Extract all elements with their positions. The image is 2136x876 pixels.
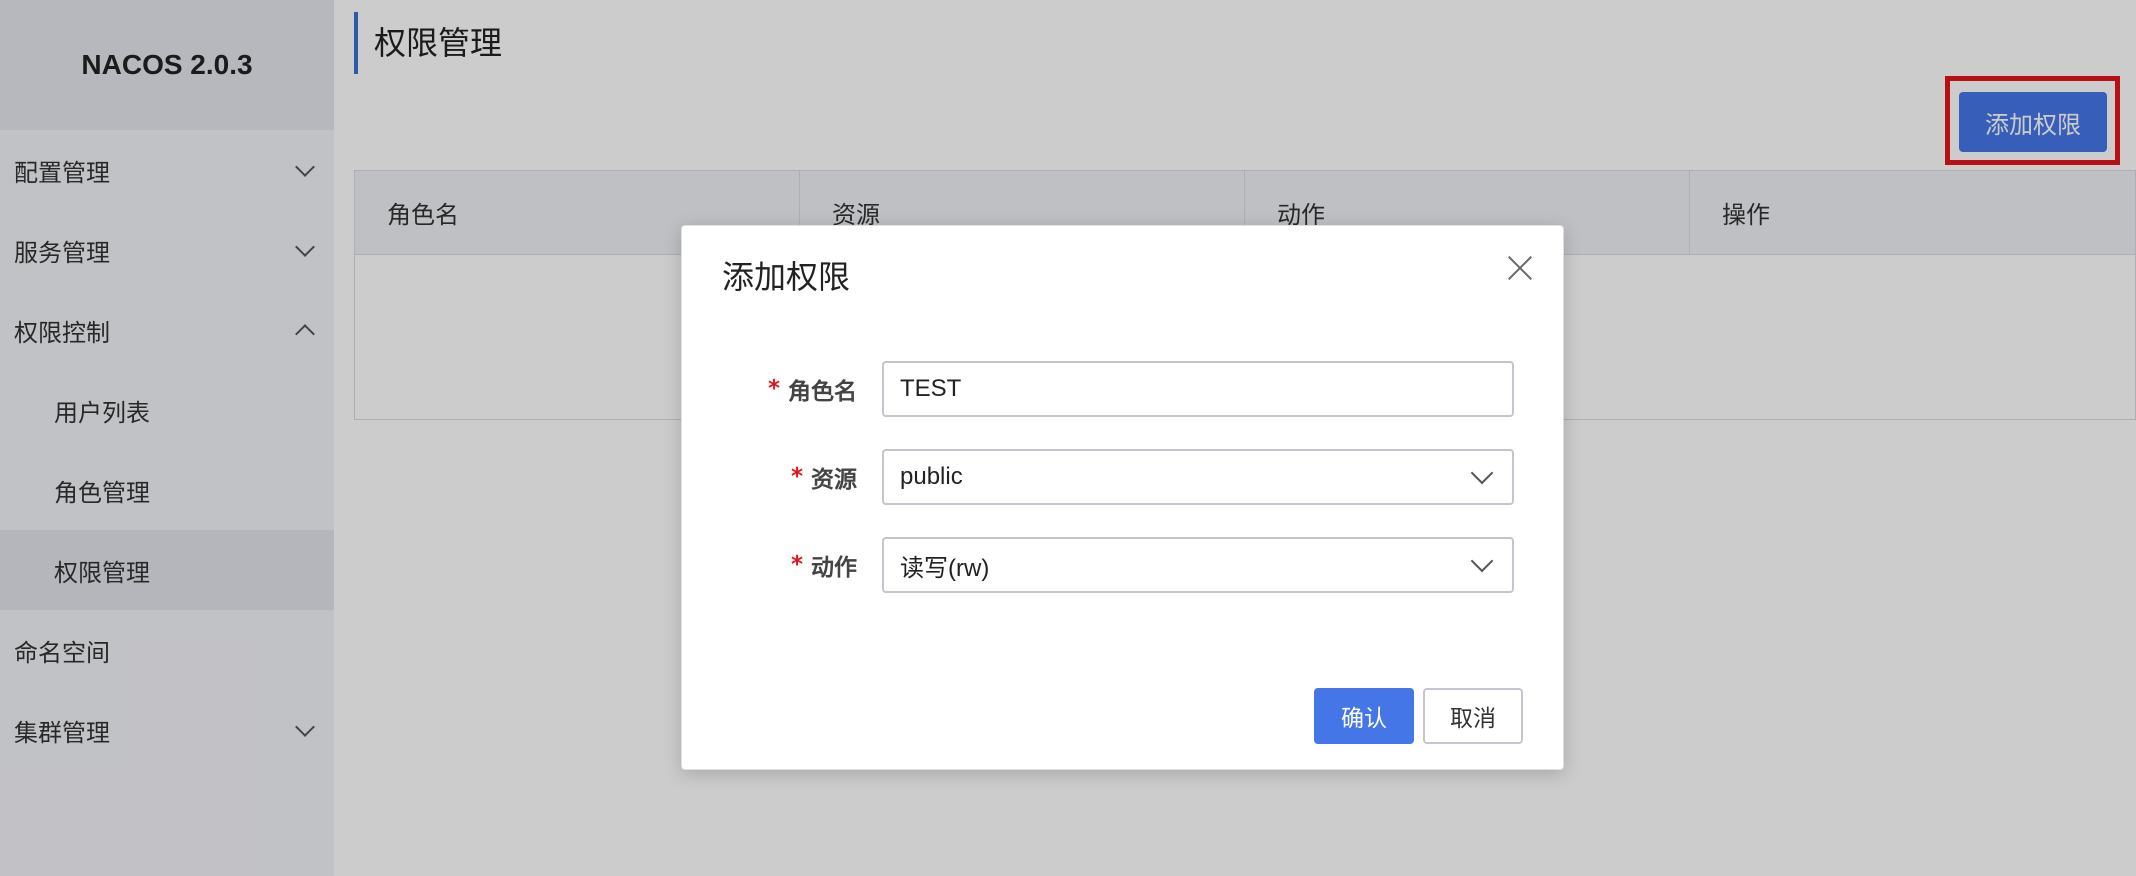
required-mark: *: [790, 464, 803, 490]
role-name-input[interactable]: [882, 361, 1514, 417]
action-label: * 动作: [791, 537, 857, 593]
close-icon[interactable]: [1502, 250, 1538, 286]
form-row-resource: * 资源 public: [682, 449, 1565, 505]
select-value: public: [900, 463, 963, 490]
resource-select[interactable]: public: [882, 449, 1514, 505]
resource-label: * 资源: [791, 449, 857, 505]
dialog-title: 添加权限: [722, 258, 851, 296]
confirm-button[interactable]: 确认: [1314, 688, 1414, 744]
add-permission-dialog: 添加权限 * 角色名 * 资源 public * 动作: [681, 225, 1564, 770]
chevron-down-icon: [1470, 461, 1494, 485]
select-value: 读写(rw): [900, 554, 990, 582]
field-label: 角色名: [788, 379, 857, 405]
cancel-button[interactable]: 取消: [1423, 688, 1523, 744]
required-mark: *: [790, 552, 803, 578]
field-label: 动作: [811, 555, 857, 581]
action-select[interactable]: 读写(rw): [882, 537, 1514, 593]
form-row-role: * 角色名: [682, 361, 1565, 417]
role-label: * 角色名: [768, 361, 857, 417]
required-mark: *: [767, 376, 780, 402]
chevron-down-icon: [1470, 549, 1494, 573]
form-row-action: * 动作 读写(rw): [682, 537, 1565, 593]
field-label: 资源: [811, 467, 857, 493]
nacos-console: NACOS 2.0.3 配置管理 服务管理 权限控制 用户列表 角色管理 权限管…: [0, 0, 2136, 876]
